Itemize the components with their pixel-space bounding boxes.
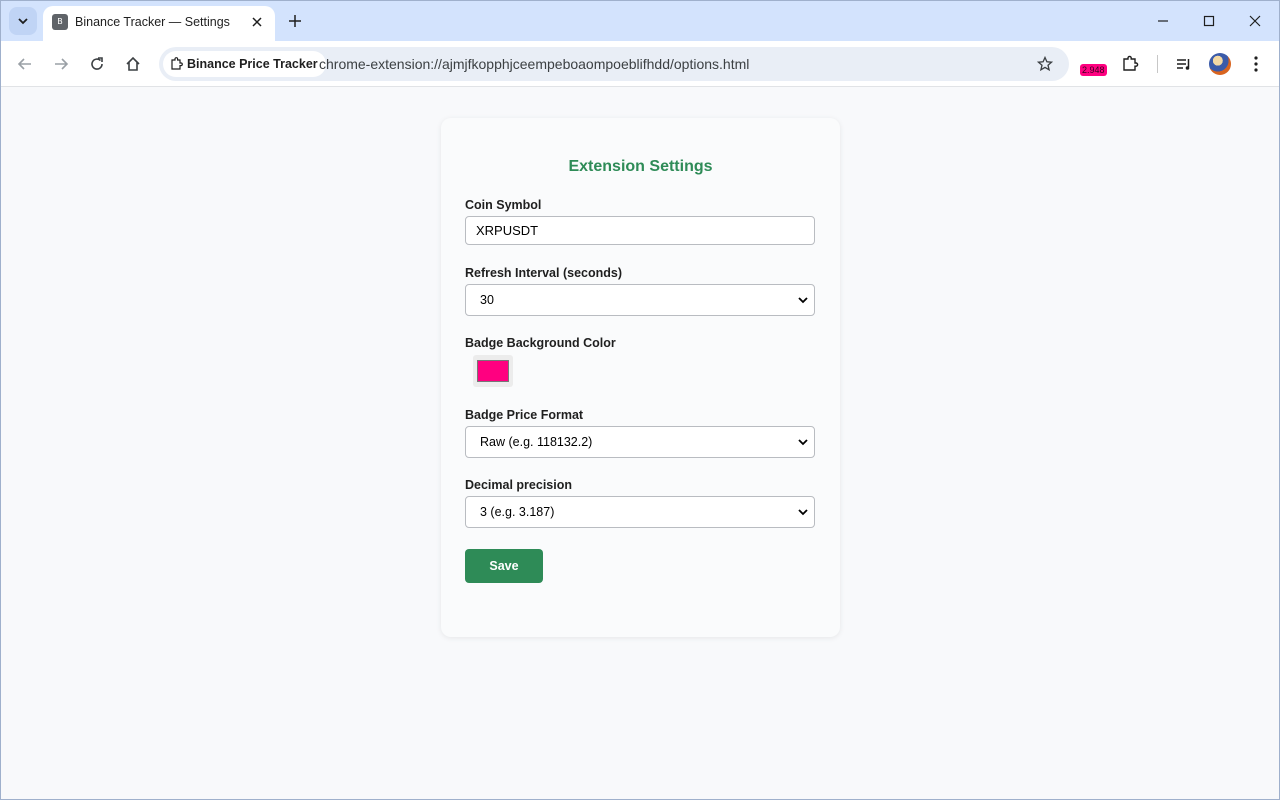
refresh-interval-value: 30 (480, 293, 494, 307)
close-icon (252, 17, 262, 27)
tab-title: Binance Tracker — Settings (75, 15, 230, 29)
maximize-button[interactable] (1189, 7, 1229, 35)
refresh-interval-select[interactable]: 30 (465, 284, 815, 316)
close-window-button[interactable] (1235, 7, 1275, 35)
chevron-down-icon (796, 435, 810, 449)
plus-icon (289, 15, 301, 27)
tab-strip: B Binance Tracker — Settings (1, 1, 1279, 41)
badge-format-select[interactable]: Raw (e.g. 118132.2) (465, 426, 815, 458)
arrow-left-icon (17, 58, 31, 70)
decimal-precision-label: Decimal precision (465, 478, 572, 492)
toolbar-divider (1157, 55, 1158, 73)
badge-format-value: Raw (e.g. 118132.2) (480, 435, 593, 449)
refresh-interval-label: Refresh Interval (seconds) (465, 266, 622, 280)
forward-button[interactable] (47, 50, 75, 78)
site-chip-label: Binance Price Tracker (187, 57, 318, 71)
reload-icon (91, 57, 103, 70)
badge-format-label: Badge Price Format (465, 408, 584, 422)
media-controls-button[interactable] (1171, 51, 1197, 77)
badge-color-swatch (477, 360, 509, 382)
tab-favicon-icon: B (52, 14, 68, 30)
url-text: chrome-extension://ajmjfkopphjceempeboao… (319, 56, 750, 72)
extension-price-badge: 2.948 (1080, 64, 1107, 76)
price-tracker-extension-button[interactable]: 2.948 (1079, 54, 1109, 78)
puzzle-icon (1123, 55, 1139, 71)
tab-search-button[interactable] (9, 7, 37, 35)
badge-color-picker[interactable] (473, 355, 513, 387)
page-content: Extension Settings Coin Symbol Refresh I… (1, 88, 1279, 799)
star-icon (1037, 56, 1053, 72)
home-icon (126, 56, 140, 71)
chevron-down-icon (796, 293, 810, 307)
profile-avatar[interactable] (1209, 53, 1231, 75)
settings-card: Extension Settings Coin Symbol Refresh I… (441, 118, 840, 637)
new-tab-button[interactable] (283, 9, 307, 33)
home-button[interactable] (119, 50, 147, 78)
decimal-precision-select[interactable]: 3 (e.g. 3.187) (465, 496, 815, 528)
coin-symbol-label: Coin Symbol (465, 198, 542, 212)
browser-toolbar: Binance Price Tracker chrome-extension:/… (1, 41, 1279, 87)
minimize-icon (1158, 20, 1168, 22)
extension-icon (171, 57, 183, 70)
back-button[interactable] (11, 50, 39, 78)
media-queue-icon (1177, 59, 1190, 70)
more-vert-icon (1254, 56, 1258, 72)
extensions-menu-button[interactable] (1117, 51, 1143, 77)
coin-symbol-input[interactable] (465, 216, 815, 245)
minimize-button[interactable] (1143, 7, 1183, 35)
close-icon (1249, 15, 1261, 27)
maximize-icon (1203, 15, 1215, 27)
address-bar[interactable]: Binance Price Tracker chrome-extension:/… (159, 47, 1069, 81)
tab-close-button[interactable] (247, 12, 267, 32)
decimal-precision-value: 3 (e.g. 3.187) (480, 505, 555, 519)
active-tab[interactable]: B Binance Tracker — Settings (43, 6, 275, 41)
page-title: Extension Settings (568, 158, 713, 175)
arrow-right-icon (55, 58, 69, 70)
browser-menu-button[interactable] (1243, 51, 1269, 77)
save-button[interactable]: Save (465, 549, 543, 583)
bookmark-button[interactable] (1035, 54, 1055, 74)
badge-color-label: Badge Background Color (465, 336, 616, 350)
browser-window: B Binance Tracker — Settings Binance Pri… (0, 0, 1280, 800)
reload-button[interactable] (83, 50, 111, 78)
chevron-down-icon (796, 505, 810, 519)
site-info-chip[interactable]: Binance Price Tracker (163, 51, 326, 77)
chevron-down-icon (18, 18, 28, 25)
